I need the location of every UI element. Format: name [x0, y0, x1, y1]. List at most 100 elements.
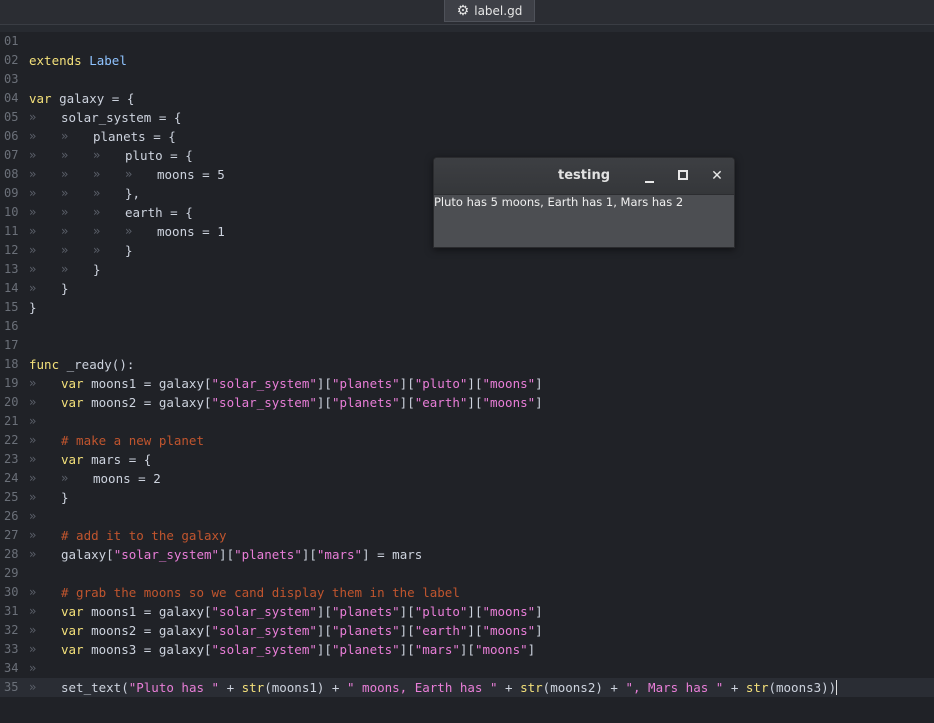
tab-indent-marker: » — [29, 490, 37, 504]
line-number: 11 — [4, 224, 19, 238]
code-line[interactable]: 01 — [0, 32, 934, 51]
code-token: } — [29, 300, 37, 315]
code-token: galaxy[ — [61, 547, 114, 562]
code-token: var — [29, 91, 52, 106]
code-line[interactable]: 28» galaxy["solar_system"]["planets"]["ma… — [0, 545, 934, 564]
code-line[interactable]: 19» var moons1 = galaxy["solar_system"]["… — [0, 374, 934, 393]
line-number: 12 — [4, 243, 19, 257]
tab-indent-marker: » — [29, 376, 37, 390]
code-token: "planets" — [331, 395, 400, 410]
code-line[interactable]: 17 — [0, 336, 934, 355]
window-titlebar[interactable]: testing ✕ — [434, 158, 734, 195]
minimize-button[interactable] — [640, 167, 658, 185]
code-token: ][ — [316, 623, 332, 638]
tab-indent-marker: » — [29, 186, 37, 200]
code-token: moons = 1 — [157, 224, 225, 239]
code-line[interactable]: 16 — [0, 317, 934, 336]
code-line[interactable]: 27 » # add it to the galaxy — [0, 526, 934, 545]
code-text: var moons3 = galaxy["solar_system"]["pla… — [61, 640, 535, 659]
code-token: str — [520, 680, 543, 695]
line-number: 28 — [4, 547, 19, 561]
code-editor[interactable]: 01 02 extends Label 03 04 var galaxy = {05 » so… — [0, 32, 934, 697]
code-token: + — [497, 680, 521, 695]
code-text: solar_system = { — [61, 108, 181, 127]
code-token: extends — [29, 53, 82, 68]
tab-indent-marker: » — [29, 547, 37, 561]
tab-indent-marker: » — [29, 224, 37, 238]
code-token: solar_system = { — [61, 110, 182, 125]
code-token: ", Mars has " — [625, 680, 724, 695]
tab-indent-marker: » — [61, 262, 69, 276]
code-token: ] — [527, 642, 536, 657]
code-token: ][ — [219, 547, 235, 562]
code-token: "moons" — [482, 623, 536, 638]
minimize-icon — [644, 181, 654, 183]
code-line[interactable]: 15} — [0, 298, 934, 317]
code-text: } — [93, 260, 101, 279]
code-token: "pluto" — [414, 604, 468, 619]
code-token: # grab the moons so we cand display them… — [61, 585, 460, 600]
code-text: set_text("Pluto has " + str(moons1) + " … — [61, 678, 838, 697]
code-line[interactable]: 33» var moons3 = galaxy["solar_system"]["… — [0, 640, 934, 659]
code-line[interactable]: 20» var moons2 = galaxy["solar_system"]["… — [0, 393, 934, 412]
line-number: 24 — [4, 471, 19, 485]
tab-indent-marker: » — [93, 224, 101, 238]
code-line[interactable]: 03 — [0, 70, 934, 89]
code-token: "planets" — [234, 547, 302, 562]
tab-indent-marker: » — [29, 205, 37, 219]
line-number: 26 — [4, 509, 19, 523]
close-button[interactable]: ✕ — [708, 167, 726, 185]
code-line[interactable]: 21 » — [0, 412, 934, 431]
code-token: } — [93, 262, 101, 277]
line-number: 13 — [4, 262, 19, 276]
code-line[interactable]: 34 » — [0, 659, 934, 678]
code-token: "planets" — [331, 642, 400, 657]
code-token: ][ — [459, 642, 475, 657]
code-line[interactable]: 06 » » planets = { — [0, 127, 934, 146]
line-number: 04 — [4, 91, 19, 105]
code-token: ] — [535, 604, 543, 619]
code-line[interactable]: 22 » # make a new planet — [0, 431, 934, 450]
line-number: 05 — [4, 110, 19, 124]
code-line[interactable]: 24 » » moons = 2 — [0, 469, 934, 488]
maximize-button[interactable] — [674, 167, 692, 185]
code-text: var moons1 = galaxy["solar_system"]["pla… — [61, 602, 543, 621]
tab-indent-marker: » — [93, 167, 101, 181]
code-line[interactable]: 04 var galaxy = { — [0, 89, 934, 108]
code-text: moons = 1 — [157, 222, 225, 241]
code-token: var — [61, 376, 84, 391]
tab-label-gd[interactable]: ⚙ label.gd — [444, 0, 535, 22]
line-number: 35 — [4, 680, 19, 694]
code-line[interactable]: 26 » — [0, 507, 934, 526]
code-token: "solar_system" — [211, 395, 317, 410]
code-line[interactable]: 18 func _ready(): — [0, 355, 934, 374]
code-line[interactable]: 29 — [0, 564, 934, 583]
tab-indent-marker: » — [61, 205, 69, 219]
code-line[interactable]: 35» set_text("Pluto has " + str(moons1) +… — [0, 678, 934, 697]
code-text: var mars = { — [61, 450, 151, 469]
code-line[interactable]: 13 » »} — [0, 260, 934, 279]
tab-indent-marker: » — [29, 585, 37, 599]
code-line[interactable]: 23 » var mars = { — [0, 450, 934, 469]
code-line[interactable]: 25 »} — [0, 488, 934, 507]
code-line[interactable]: 05 » solar_system = { — [0, 108, 934, 127]
code-token: moons1 = galaxy[ — [83, 604, 212, 619]
code-token: "planets" — [331, 623, 400, 638]
code-token: moons1 = galaxy[ — [83, 376, 212, 391]
line-number: 09 — [4, 186, 19, 200]
code-line[interactable]: 31» var moons1 = galaxy["solar_system"]["… — [0, 602, 934, 621]
code-token: var — [61, 604, 84, 619]
code-token: ][ — [467, 623, 483, 638]
code-token: var — [61, 623, 84, 638]
code-token: _ready(): — [59, 357, 135, 372]
code-line[interactable]: 02 extends Label — [0, 51, 934, 70]
code-token: ][ — [467, 604, 483, 619]
code-line[interactable]: 30 » # grab the moons so we cand display t… — [0, 583, 934, 602]
code-line[interactable]: 32» var moons2 = galaxy["solar_system"]["… — [0, 621, 934, 640]
tab-indent-marker: » — [29, 262, 37, 276]
code-token: planets = { — [93, 129, 176, 144]
tab-indent-marker: » — [29, 642, 37, 656]
code-token: ] = mars — [362, 547, 423, 562]
output-label: Pluto has 5 moons, Earth has 1, Mars has… — [434, 195, 684, 209]
code-line[interactable]: 14 »} — [0, 279, 934, 298]
